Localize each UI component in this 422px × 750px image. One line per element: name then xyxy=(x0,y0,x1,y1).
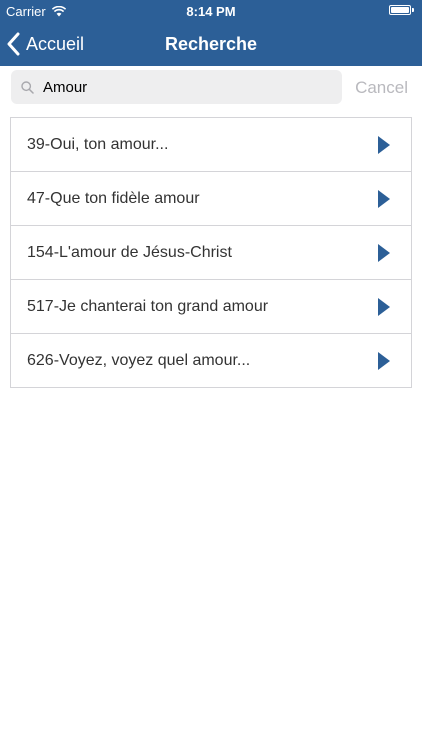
play-arrow-icon xyxy=(378,352,390,370)
list-item[interactable]: 626-Voyez, voyez quel amour... xyxy=(11,334,411,387)
list-item[interactable]: 517-Je chanterai ton grand amour xyxy=(11,280,411,334)
list-item-label: 626-Voyez, voyez quel amour... xyxy=(27,352,251,369)
battery-fill xyxy=(391,7,409,13)
play-arrow-icon xyxy=(378,244,390,262)
list-item-label: 154-L'amour de Jésus-Christ xyxy=(27,244,232,261)
list-item[interactable]: 39-Oui, ton amour... xyxy=(11,118,411,172)
play-arrow-icon xyxy=(378,136,390,154)
results-list: 39-Oui, ton amour... 47-Que ton fidèle am… xyxy=(10,117,412,388)
header: Carrier 8:14 PM Accueil Recherche xyxy=(0,0,422,66)
search-bar: Cancel xyxy=(0,66,422,110)
search-icon xyxy=(21,81,34,94)
battery-icon xyxy=(389,5,414,15)
list-item[interactable]: 154-L'amour de Jésus-Christ xyxy=(11,226,411,280)
page-title: Recherche xyxy=(164,34,258,54)
cancel-button[interactable]: Cancel xyxy=(355,66,408,110)
play-arrow-icon xyxy=(378,190,390,208)
battery-tip xyxy=(412,8,414,12)
search-field-container[interactable] xyxy=(11,70,342,104)
list-item-label: 517-Je chanterai ton grand amour xyxy=(27,298,269,315)
battery-body xyxy=(389,5,411,15)
status-bar: Carrier 8:14 PM xyxy=(0,0,422,22)
list-item[interactable]: 47-Que ton fidèle amour xyxy=(11,172,411,226)
list-item-label: 47-Que ton fidèle amour xyxy=(27,190,200,207)
status-time: 8:14 PM xyxy=(186,4,236,19)
play-arrow-icon xyxy=(378,298,390,316)
list-item-label: 39-Oui, ton amour... xyxy=(27,136,169,153)
navigation-bar: Accueil Recherche xyxy=(0,22,422,66)
search-input[interactable] xyxy=(43,70,333,104)
